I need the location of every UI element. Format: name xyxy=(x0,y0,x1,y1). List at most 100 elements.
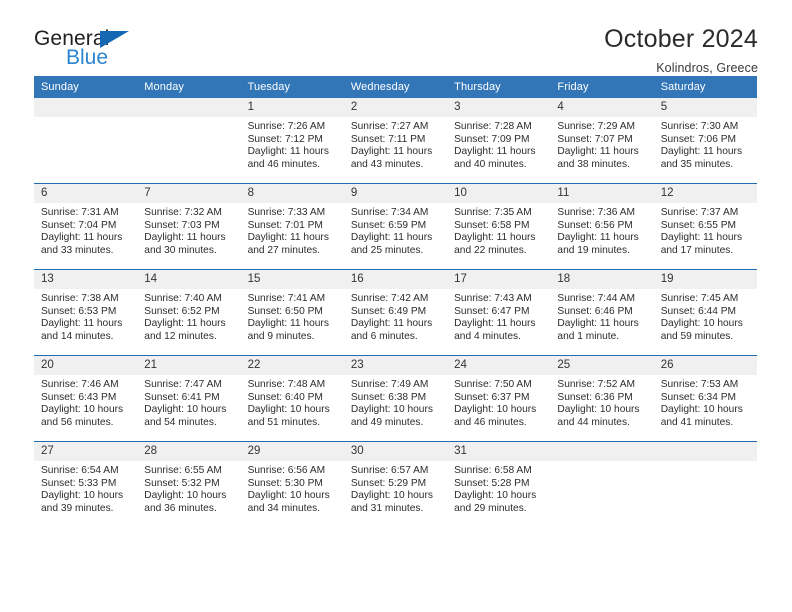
calendar-day-cell-empty xyxy=(34,98,138,184)
weekday-header-thursday: Thursday xyxy=(447,76,551,98)
day-number: 28 xyxy=(137,442,241,461)
calendar-day-cell[interactable]: 6 Sunrise: 7:31 AM Sunset: 7:04 PM Daylight… xyxy=(34,183,138,270)
calendar-day-cell[interactable]: 2 Sunrise: 7:27 AM Sunset: 7:11 PM Daylight… xyxy=(343,98,448,184)
weekday-header-monday: Monday xyxy=(137,76,241,98)
sunrise-text: Sunrise: 7:43 AM xyxy=(454,293,532,304)
calendar-day-cell[interactable]: 18 Sunrise: 7:44 AM Sunset: 6:46 PM Dayligh… xyxy=(550,269,654,356)
day-number: 6 xyxy=(34,184,138,203)
daylight-text: Daylight: 10 hours and 49 minutes. xyxy=(350,404,433,428)
sunset-text: Sunset: 5:29 PM xyxy=(350,477,427,489)
daylight-text: Daylight: 10 hours and 56 minutes. xyxy=(41,404,124,428)
calendar-day-cell[interactable]: 27 Sunrise: 6:54 AM Sunset: 5:33 PM Dayligh… xyxy=(34,441,138,527)
sunset-text: Sunset: 7:07 PM xyxy=(557,133,633,145)
daylight-text: Daylight: 11 hours and 38 minutes. xyxy=(557,146,639,170)
sunset-text: Sunset: 6:34 PM xyxy=(660,391,737,403)
day-details: Sunrise: 7:49 AM Sunset: 6:38 PM Daylight:… xyxy=(344,375,447,429)
calendar-day-cell[interactable]: 8 Sunrise: 7:33 AM Sunset: 7:01 PM Daylight… xyxy=(240,183,344,270)
sunrise-text: Sunrise: 7:46 AM xyxy=(41,379,119,390)
day-number: 30 xyxy=(343,442,448,461)
day-number: 21 xyxy=(137,356,241,375)
day-number: 19 xyxy=(653,270,757,289)
sunset-text: Sunset: 6:52 PM xyxy=(144,305,220,317)
weekday-header-tuesday: Tuesday xyxy=(240,76,344,98)
sunrise-text: Sunrise: 7:30 AM xyxy=(660,121,739,132)
calendar-day-cell[interactable]: 28 Sunrise: 6:55 AM Sunset: 5:32 PM Dayligh… xyxy=(137,441,241,527)
sunset-text: Sunset: 7:03 PM xyxy=(144,219,220,231)
calendar-day-cell[interactable]: 23 Sunrise: 7:49 AM Sunset: 6:38 PM Dayligh… xyxy=(343,355,448,442)
calendar-day-cell[interactable]: 12 Sunrise: 7:37 AM Sunset: 6:55 PM Dayligh… xyxy=(653,183,757,270)
day-number: 26 xyxy=(653,356,757,375)
calendar-day-cell[interactable]: 5 Sunrise: 7:30 AM Sunset: 7:06 PM Daylight… xyxy=(653,98,757,184)
calendar-day-cell[interactable]: 7 Sunrise: 7:32 AM Sunset: 7:03 PM Daylight… xyxy=(137,183,241,270)
day-details: Sunrise: 7:45 AM Sunset: 6:44 PM Daylight:… xyxy=(654,289,757,343)
day-number xyxy=(137,98,241,117)
day-number: 7 xyxy=(137,184,241,203)
general-blue-logo[interactable]: General Blue xyxy=(34,26,154,74)
sunset-text: Sunset: 6:53 PM xyxy=(41,305,117,317)
calendar-day-cell[interactable]: 21 Sunrise: 7:47 AM Sunset: 6:41 PM Dayligh… xyxy=(137,355,241,442)
calendar-day-cell[interactable]: 13 Sunrise: 7:38 AM Sunset: 6:53 PM Dayligh… xyxy=(34,269,138,356)
calendar-day-cell[interactable]: 17 Sunrise: 7:43 AM Sunset: 6:47 PM Dayligh… xyxy=(447,269,551,356)
day-details: Sunrise: 7:44 AM Sunset: 6:46 PM Daylight:… xyxy=(550,289,653,343)
day-details: Sunrise: 7:32 AM Sunset: 7:03 PM Daylight:… xyxy=(137,203,240,257)
sunset-text: Sunset: 6:58 PM xyxy=(454,219,530,231)
calendar-table: Sunday Monday Tuesday Wednesday Thursday Frid… xyxy=(34,76,757,527)
daylight-text: Daylight: 10 hours and 51 minutes. xyxy=(247,404,330,428)
calendar-day-cell[interactable]: 11 Sunrise: 7:36 AM Sunset: 6:56 PM Dayligh… xyxy=(550,183,654,270)
day-details: Sunrise: 7:53 AM Sunset: 6:34 PM Daylight:… xyxy=(654,375,757,429)
sunrise-text: Sunrise: 7:49 AM xyxy=(350,379,429,390)
calendar-day-cell[interactable]: 31 Sunrise: 6:58 AM Sunset: 5:28 PM Dayligh… xyxy=(447,441,551,527)
calendar-day-cell[interactable]: 29 Sunrise: 6:56 AM Sunset: 5:30 PM Dayligh… xyxy=(240,441,344,527)
calendar-day-cell[interactable]: 25 Sunrise: 7:52 AM Sunset: 6:36 PM Dayligh… xyxy=(550,355,654,442)
day-details: Sunrise: 6:57 AM Sunset: 5:29 PM Daylight:… xyxy=(344,461,447,515)
calendar-day-cell[interactable]: 19 Sunrise: 7:45 AM Sunset: 6:44 PM Dayligh… xyxy=(653,269,757,356)
sunset-text: Sunset: 6:44 PM xyxy=(660,305,737,317)
day-number xyxy=(550,442,654,461)
calendar-day-cell[interactable]: 26 Sunrise: 7:53 AM Sunset: 6:34 PM Dayligh… xyxy=(653,355,757,442)
daylight-text: Daylight: 10 hours and 36 minutes. xyxy=(144,490,227,514)
day-details: Sunrise: 6:58 AM Sunset: 5:28 PM Daylight:… xyxy=(447,461,550,515)
page-subtitle: Kolindros, Greece xyxy=(656,60,758,75)
daylight-text: Daylight: 11 hours and 33 minutes. xyxy=(41,232,123,256)
sunset-text: Sunset: 6:37 PM xyxy=(454,391,530,403)
sunset-text: Sunset: 6:41 PM xyxy=(144,391,220,403)
sunset-text: Sunset: 6:47 PM xyxy=(454,305,530,317)
calendar-day-cell[interactable]: 3 Sunrise: 7:28 AM Sunset: 7:09 PM Daylight… xyxy=(447,98,551,184)
day-number: 20 xyxy=(34,356,138,375)
sunrise-text: Sunrise: 7:48 AM xyxy=(247,379,326,390)
calendar-day-cell[interactable]: 22 Sunrise: 7:48 AM Sunset: 6:40 PM Dayligh… xyxy=(240,355,344,442)
sunset-text: Sunset: 6:55 PM xyxy=(660,219,737,231)
sunrise-text: Sunrise: 7:32 AM xyxy=(144,207,222,218)
weekday-header: Sunday Monday Tuesday Wednesday Thursday Frid… xyxy=(34,76,757,98)
daylight-text: Daylight: 11 hours and 22 minutes. xyxy=(454,232,536,256)
sunrise-text: Sunrise: 7:50 AM xyxy=(454,379,532,390)
calendar-day-cell[interactable]: 9 Sunrise: 7:34 AM Sunset: 6:59 PM Daylight… xyxy=(343,183,448,270)
calendar-day-cell[interactable]: 10 Sunrise: 7:35 AM Sunset: 6:58 PM Dayligh… xyxy=(447,183,551,270)
calendar-day-cell[interactable]: 1 Sunrise: 7:26 AM Sunset: 7:12 PM Daylight… xyxy=(240,98,344,184)
daylight-text: Daylight: 10 hours and 59 minutes. xyxy=(660,318,743,342)
sunrise-text: Sunrise: 7:53 AM xyxy=(660,379,739,390)
sunrise-text: Sunrise: 7:28 AM xyxy=(454,121,532,132)
day-details: Sunrise: 7:41 AM Sunset: 6:50 PM Daylight:… xyxy=(241,289,344,343)
day-number: 10 xyxy=(447,184,551,203)
calendar-day-cell[interactable]: 16 Sunrise: 7:42 AM Sunset: 6:49 PM Dayligh… xyxy=(343,269,448,356)
sunset-text: Sunset: 5:30 PM xyxy=(247,477,323,489)
sunset-text: Sunset: 5:28 PM xyxy=(454,477,530,489)
day-number: 4 xyxy=(550,98,654,117)
calendar-day-cell[interactable]: 15 Sunrise: 7:41 AM Sunset: 6:50 PM Dayligh… xyxy=(240,269,344,356)
daylight-text: Daylight: 11 hours and 27 minutes. xyxy=(247,232,329,256)
sunset-text: Sunset: 6:50 PM xyxy=(247,305,323,317)
calendar-day-cell[interactable]: 14 Sunrise: 7:40 AM Sunset: 6:52 PM Dayligh… xyxy=(137,269,241,356)
daylight-text: Daylight: 11 hours and 9 minutes. xyxy=(247,318,329,342)
calendar-week-row: 27 Sunrise: 6:54 AM Sunset: 5:33 PM Dayligh… xyxy=(34,441,757,527)
day-number: 5 xyxy=(653,98,757,117)
sunset-text: Sunset: 7:01 PM xyxy=(247,219,323,231)
calendar-day-cell[interactable]: 4 Sunrise: 7:29 AM Sunset: 7:07 PM Daylight… xyxy=(550,98,654,184)
calendar-day-cell[interactable]: 30 Sunrise: 6:57 AM Sunset: 5:29 PM Dayligh… xyxy=(343,441,448,527)
day-number: 24 xyxy=(447,356,551,375)
calendar-day-cell[interactable]: 20 Sunrise: 7:46 AM Sunset: 6:43 PM Dayligh… xyxy=(34,355,138,442)
day-details: Sunrise: 7:30 AM Sunset: 7:06 PM Daylight:… xyxy=(654,117,757,171)
day-number: 2 xyxy=(343,98,448,117)
calendar-day-cell[interactable]: 24 Sunrise: 7:50 AM Sunset: 6:37 PM Dayligh… xyxy=(447,355,551,442)
day-number xyxy=(653,442,757,461)
